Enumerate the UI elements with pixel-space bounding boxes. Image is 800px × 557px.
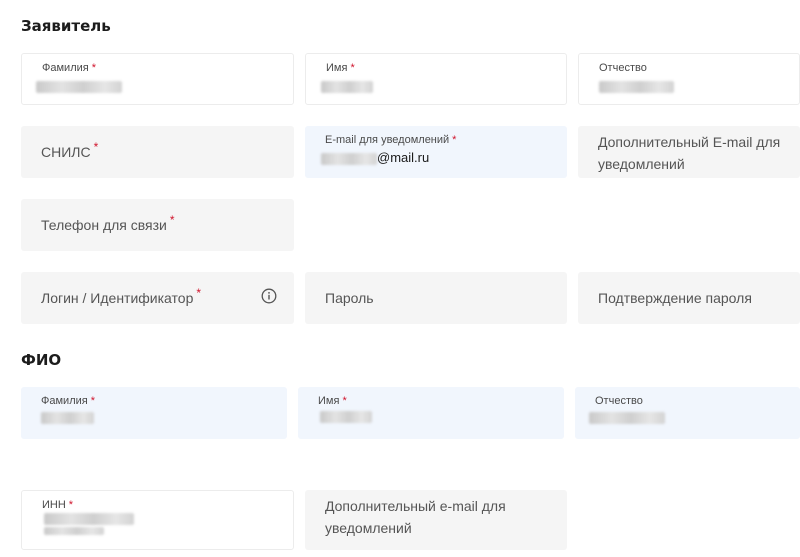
applicant-last-name-field[interactable]: Фамилия *	[21, 53, 294, 105]
first-name-value-redacted	[321, 81, 373, 93]
email-field[interactable]: E-mail для уведомлений * @mail.ru	[305, 126, 567, 178]
phone-label: Телефон для связи *	[41, 213, 175, 233]
password-label: Пароль	[325, 290, 374, 306]
fio-patronymic-label: Отчество	[595, 395, 643, 407]
fio-patronymic-value-redacted	[589, 412, 665, 424]
applicant-first-name-field[interactable]: Имя *	[305, 53, 567, 105]
email-value-redacted	[321, 153, 377, 165]
phone-field[interactable]: Телефон для связи *	[21, 199, 294, 251]
inn-value-redacted	[44, 513, 134, 525]
login-label: Логин / Идентификатор *	[41, 286, 202, 306]
section-title-applicant: Заявитель	[21, 17, 111, 35]
fio-first-name-label: Имя *	[318, 395, 347, 407]
fio-extra-email-label: Дополнительный e-mail для уведомлений	[325, 498, 506, 536]
extra-email-field[interactable]: Дополнительный E-mail для уведомлений	[578, 126, 800, 178]
snils-field[interactable]: СНИЛС *	[21, 126, 294, 178]
fio-last-name-field[interactable]: Фамилия *	[21, 387, 287, 439]
fio-extra-email-field[interactable]: Дополнительный e-mail для уведомлений	[305, 490, 567, 550]
first-name-label: Имя *	[326, 62, 355, 74]
email-value-domain: @mail.ru	[377, 150, 430, 165]
patronymic-label: Отчество	[599, 62, 647, 74]
fio-last-name-value-redacted	[41, 412, 94, 424]
section-title-fio: ФИО	[21, 351, 62, 369]
password-confirm-label: Подтверждение пароля	[598, 290, 752, 306]
inn-value-redacted-2	[44, 527, 104, 535]
snils-label: СНИЛС *	[41, 140, 99, 160]
fio-first-name-field[interactable]: Имя *	[298, 387, 564, 439]
patronymic-value-redacted	[599, 81, 674, 93]
fio-first-name-value-redacted	[320, 411, 372, 423]
info-icon[interactable]	[261, 288, 277, 304]
inn-label: ИНН *	[42, 499, 74, 511]
login-field[interactable]: Логин / Идентификатор *	[21, 272, 294, 324]
last-name-label: Фамилия *	[42, 62, 96, 74]
inn-field[interactable]: ИНН *	[21, 490, 294, 550]
last-name-value-redacted	[36, 81, 122, 93]
password-field[interactable]: Пароль	[305, 272, 567, 324]
applicant-patronymic-field[interactable]: Отчество	[578, 53, 800, 105]
fio-patronymic-field[interactable]: Отчество	[575, 387, 800, 439]
extra-email-label: Дополнительный E-mail для уведомлений	[598, 134, 781, 172]
password-confirm-field[interactable]: Подтверждение пароля	[578, 272, 800, 324]
email-label: E-mail для уведомлений *	[325, 134, 457, 146]
fio-last-name-label: Фамилия *	[41, 395, 95, 407]
